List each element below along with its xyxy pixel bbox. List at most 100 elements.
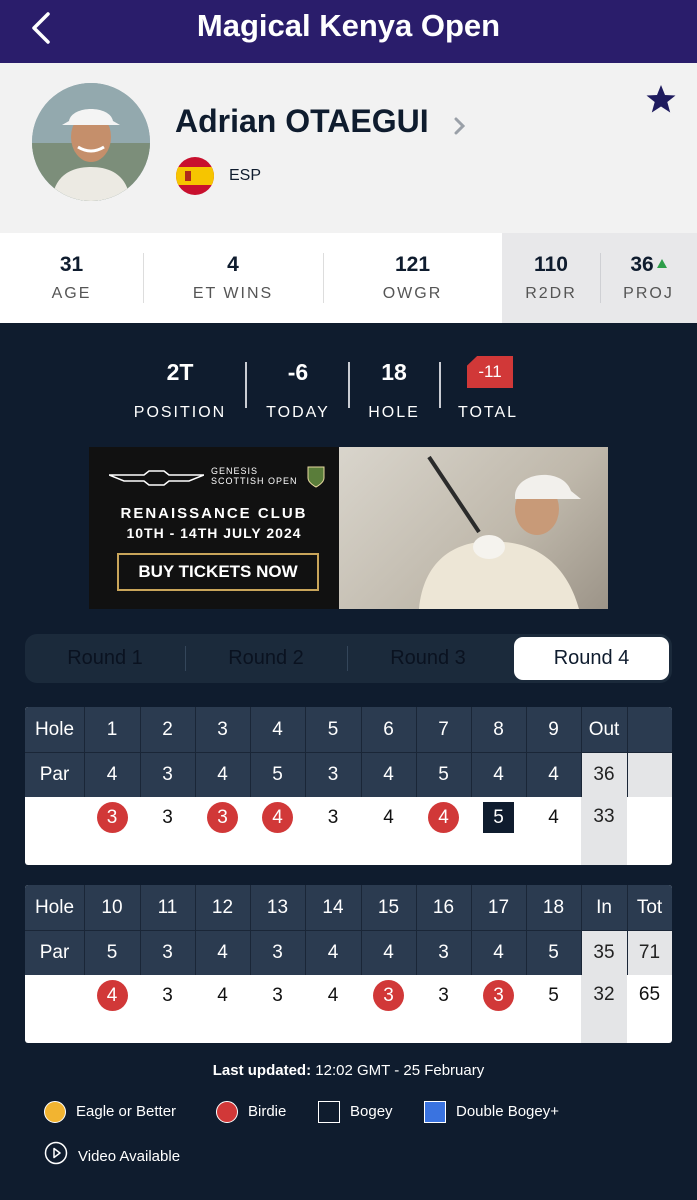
hole-par: 4 <box>361 930 416 975</box>
total-par: 71 <box>627 930 672 975</box>
double-bogey-square-icon <box>424 1101 446 1124</box>
ad-dates: 10TH - 14TH JULY 2024 <box>126 525 302 541</box>
hole-number: 14 <box>305 885 361 930</box>
divider <box>245 362 247 408</box>
hole-score: 3 <box>84 797 140 865</box>
stat-proj: 36 PROJ <box>600 233 697 323</box>
tab-round-1[interactable]: Round 1 <box>25 634 185 683</box>
summary-position: 2T POSITION <box>125 355 235 425</box>
scorecard-front-nine: Hole Par 1 4 3 2 3 3 3 4 3 4 5 4 5 3 3 6 4 4 7 5 4 8 4 5 9 4 4 Out 36 3… <box>25 707 672 865</box>
page-title: Magical Kenya Open <box>196 8 501 43</box>
hole-par: 4 <box>84 752 140 797</box>
total-label <box>627 707 672 752</box>
hole-number: 4 <box>250 707 305 752</box>
hole-number: 16 <box>416 885 471 930</box>
tab-round-2[interactable]: Round 2 <box>185 634 347 683</box>
chevron-right-icon[interactable] <box>452 115 468 137</box>
hole-score: 3 <box>416 975 471 1043</box>
tab-round-3[interactable]: Round 3 <box>347 634 509 683</box>
buy-tickets-button[interactable]: BUY TICKETS NOW <box>117 553 319 591</box>
ad-golfer-photo <box>339 447 608 609</box>
bogey-score-marker: 5 <box>483 802 514 833</box>
eagle-dot-icon <box>44 1101 66 1124</box>
birdie-score-marker: 4 <box>428 802 459 833</box>
stat-label: ET WINS <box>192 285 274 302</box>
hole-number: 3 <box>195 707 250 752</box>
birdie-score-marker: 3 <box>483 980 514 1011</box>
stat-label: R2DR <box>525 285 577 302</box>
ad-brand-line1: GENESIS <box>211 466 259 476</box>
hole-score: 3 <box>195 797 250 865</box>
summary-label: HOLE <box>368 404 420 421</box>
divider <box>348 362 350 408</box>
stat-r2dr: 110 R2DR <box>502 233 600 323</box>
favorite-star-icon[interactable] <box>645 83 677 115</box>
hole-number: 12 <box>195 885 250 930</box>
spain-flag-icon <box>176 157 214 195</box>
hole-score: 5 <box>471 797 526 865</box>
hole-par: 4 <box>471 930 526 975</box>
birdie-score-marker: 3 <box>373 980 404 1011</box>
score-value: 4 <box>217 985 228 1006</box>
par-label: Par <box>25 930 84 975</box>
genesis-logo-icon <box>108 467 205 494</box>
summary-value: -6 <box>287 359 309 385</box>
legend-eagle: Eagle or Better <box>44 1100 176 1124</box>
hole-number: 10 <box>84 885 140 930</box>
birdie-score-marker: 4 <box>96 980 128 1011</box>
video-available-legend: Video Available <box>44 1141 180 1165</box>
hole-score: 4 <box>84 975 140 1043</box>
stat-value: 121 <box>394 253 431 276</box>
bogey-square-icon <box>318 1101 340 1124</box>
subtotal-par: 36 <box>581 752 627 797</box>
last-updated: Last updated: 12:02 GMT - 25 February <box>0 1062 697 1079</box>
score-value: 3 <box>327 807 339 828</box>
hole-par: 5 <box>526 930 581 975</box>
tab-round-4[interactable]: Round 4 <box>514 637 669 680</box>
hole-par: 4 <box>471 752 526 797</box>
summary-today: -6 TODAY <box>252 355 344 425</box>
hole-label: Hole <box>25 707 84 752</box>
score-value: 4 <box>327 985 339 1006</box>
hole-score: 3 <box>305 797 361 865</box>
hole-score: 3 <box>250 975 305 1043</box>
score-value: 5 <box>548 985 559 1006</box>
legend-double-bogey: Double Bogey+ <box>424 1100 559 1124</box>
hole-label: Hole <box>25 885 84 930</box>
hole-number: 11 <box>140 885 195 930</box>
stat-value: 110 <box>534 253 568 276</box>
hole-number: 13 <box>250 885 305 930</box>
stat-value: 4 <box>227 253 239 276</box>
video-label: Video Available <box>78 1147 181 1165</box>
stat-label: AGE <box>51 285 92 302</box>
total-score: 65 <box>638 984 661 1005</box>
stat-value: 31 <box>59 253 84 276</box>
top-bar: Magical Kenya Open <box>0 0 697 63</box>
subtotal-score: 32 <box>581 975 627 1043</box>
hole-number: 1 <box>84 707 140 752</box>
legend-label: Birdie <box>248 1103 287 1120</box>
hole-par: 4 <box>195 752 250 797</box>
hole-par: 4 <box>195 930 250 975</box>
score-value: 3 <box>438 985 449 1006</box>
stat-et-wins: 4 ET WINS <box>143 233 323 323</box>
hole-par: 5 <box>250 752 305 797</box>
ad-brand-line2: SCOTTISH OPEN <box>211 476 298 486</box>
total-par <box>627 752 672 797</box>
legend-label: Double Bogey+ <box>456 1103 559 1120</box>
hole-par: 3 <box>305 752 361 797</box>
play-circle-icon <box>44 1141 68 1173</box>
summary-value: 18 <box>381 359 407 385</box>
hole-score: 5 <box>526 975 581 1043</box>
ad-brand: GENESIS SCOTTISH OPEN <box>211 466 298 486</box>
hole-par: 3 <box>250 930 305 975</box>
ad-banner[interactable]: GENESIS SCOTTISH OPEN RENAISSANCE CLUB 1… <box>89 447 608 609</box>
hole-number: 17 <box>471 885 526 930</box>
grid-line <box>25 752 672 753</box>
stat-label: PROJ <box>623 285 674 302</box>
hole-number: 18 <box>526 885 581 930</box>
stat-age: 31 AGE <box>0 233 143 323</box>
score-value: 3 <box>162 985 173 1006</box>
player-name[interactable]: Adrian OTAEGUI <box>175 103 429 140</box>
summary-hole: 18 HOLE <box>354 355 434 425</box>
